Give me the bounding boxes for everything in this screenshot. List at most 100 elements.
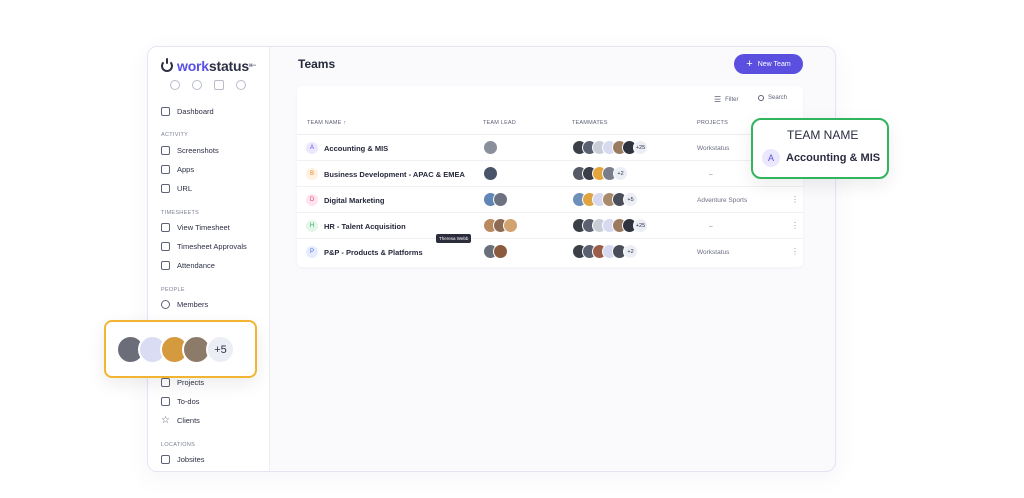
sidebar-item-url[interactable]: URL	[161, 184, 192, 193]
team-name[interactable]: Digital Marketing	[324, 196, 384, 205]
callout-title: TEAM NAME	[787, 128, 859, 142]
more-teammates-count[interactable]: +2	[613, 166, 628, 181]
project-name: –	[709, 171, 713, 178]
avatar[interactable]	[483, 140, 498, 155]
search-button[interactable]: Search	[758, 95, 787, 101]
teammate-avatars: +25	[572, 218, 648, 233]
sidebar-item-label: Clients	[177, 416, 200, 425]
section-timesheets: TIMESHEETS	[161, 210, 200, 216]
sidebar-item-clients[interactable]: ☆ Clients	[161, 415, 200, 426]
sidebar-item-label: Screenshots	[177, 146, 219, 155]
clock-icon[interactable]	[192, 80, 202, 90]
teammate-avatars: +5	[572, 192, 638, 207]
team-name[interactable]: HR - Talent Acquisition	[324, 222, 406, 231]
filter-icon: ☰	[714, 95, 722, 104]
table-row[interactable]: H HR - Talent Acquisition +25 – ⋮	[297, 213, 803, 239]
new-team-label: New Team	[757, 60, 791, 68]
table-row[interactable]: P P&P - Products & Platforms +2 Workstat…	[297, 239, 803, 265]
team-name[interactable]: P&P - Products & Platforms	[324, 248, 423, 257]
search-label: Search	[768, 95, 788, 101]
team-name[interactable]: Business Development - APAC & EMEA	[324, 170, 465, 179]
sidebar-item-jobsites[interactable]: Jobsites	[161, 455, 205, 464]
logo: work status	[161, 58, 249, 74]
team-badge: D	[306, 194, 318, 206]
avatar-tooltip: Theresa Webb	[436, 234, 472, 243]
team-lead-avatars	[483, 218, 518, 233]
avatar[interactable]	[493, 192, 508, 207]
sidebar-item-apps[interactable]: Apps	[161, 165, 194, 174]
new-team-button[interactable]: + New Team	[734, 54, 803, 74]
team-lead-avatars	[483, 166, 498, 181]
sidebar-item-label: URL	[177, 184, 193, 193]
more-teammates-count[interactable]: +5	[623, 192, 638, 207]
chart-icon	[161, 455, 170, 464]
callout-avatar-group: +5	[116, 335, 235, 364]
team-badge: H	[306, 220, 318, 232]
sidebar-item-view-timesheet[interactable]: View Timesheet	[161, 223, 230, 232]
column-header-projects: PROJECTS	[697, 120, 728, 126]
teammate-avatars: +2	[572, 166, 628, 181]
dashboard-icon	[161, 107, 170, 116]
clipboard-icon	[161, 242, 170, 251]
timesheet-icon	[161, 223, 170, 232]
avatar[interactable]	[483, 166, 498, 181]
sidebar-item-label: Apps	[177, 165, 195, 174]
calendar-icon[interactable]	[214, 80, 224, 90]
teams-table-card: ☰ Filter Search TEAM NAME ↑ TEAM LEAD TE…	[297, 86, 803, 267]
table-row[interactable]: B Business Development - APAC & EMEA +2 …	[297, 161, 803, 187]
sidebar-item-label: Projects	[177, 378, 205, 387]
sidebar-item-label: Attendance	[177, 261, 215, 270]
sidebar-item-projects[interactable]: Projects	[161, 378, 204, 387]
team-lead-avatars	[483, 244, 508, 259]
team-badge: A	[762, 149, 780, 167]
more-teammates-count[interactable]: +25	[633, 140, 648, 155]
sidebar-item-label: Timesheet Approvals	[177, 242, 247, 251]
sidebar-item-label: Dashboard	[177, 107, 214, 116]
column-header-team-lead: TEAM LEAD	[483, 120, 516, 126]
sidebar-item-todos[interactable]: To-dos	[161, 397, 200, 406]
more-teammates-count[interactable]: +2	[623, 244, 638, 259]
collapse-icon[interactable]: ⇤	[249, 60, 257, 71]
team-badge: B	[306, 168, 318, 180]
folder-icon	[161, 378, 170, 387]
more-teammates-count[interactable]: +25	[633, 218, 648, 233]
quick-actions	[170, 80, 246, 90]
sidebar-item-dashboard[interactable]: Dashboard	[161, 107, 214, 116]
sidebar-item-label: Members	[177, 300, 209, 309]
filter-button[interactable]: ☰ Filter	[714, 95, 739, 104]
more-teammates-count[interactable]: +5	[206, 335, 235, 364]
teammates-callout: +5	[104, 320, 257, 378]
avatar[interactable]	[493, 244, 508, 259]
timer-icon[interactable]	[170, 80, 180, 90]
project-name: Adventure Sports	[697, 197, 748, 204]
kebab-icon[interactable]: ⋮	[791, 221, 799, 230]
table-row[interactable]: A Accounting & MIS +25 Workstatus ⋮	[297, 135, 803, 161]
filter-label: Filter	[725, 96, 739, 103]
table-row[interactable]: D Digital Marketing +5 Adventure Sports …	[297, 187, 803, 213]
kebab-icon[interactable]: ⋮	[791, 247, 799, 256]
team-badge: A	[306, 142, 318, 154]
team-name[interactable]: Accounting & MIS	[324, 144, 388, 153]
url-icon	[161, 184, 170, 193]
sidebar-item-label: Jobsites	[177, 455, 205, 464]
sidebar-item-timesheet-approvals[interactable]: Timesheet Approvals	[161, 242, 247, 251]
project-name: Workstatus	[697, 249, 730, 256]
column-header-team-name[interactable]: TEAM NAME ↑	[307, 120, 346, 126]
avatar[interactable]	[503, 218, 518, 233]
callout-team-name: Accounting & MIS	[786, 152, 881, 164]
sidebar-item-screenshots[interactable]: Screenshots	[161, 146, 219, 155]
column-header-teammates: TEAMMATES	[572, 120, 608, 126]
user-icon	[161, 300, 170, 309]
sidebar-item-members[interactable]: Members	[161, 300, 208, 309]
team-badge: P	[306, 246, 318, 258]
star-icon: ☆	[161, 415, 170, 426]
sidebar-item-label: To-dos	[177, 397, 200, 406]
kebab-icon[interactable]: ⋮	[791, 195, 799, 204]
search-icon	[758, 95, 764, 101]
sidebar-item-attendance[interactable]: Attendance	[161, 261, 215, 270]
bell-icon[interactable]	[236, 80, 246, 90]
sidebar-item-label: View Timesheet	[177, 223, 230, 232]
teammate-avatars: +25	[572, 140, 648, 155]
project-name: Workstatus	[697, 145, 730, 152]
section-people: PEOPLE	[161, 287, 185, 293]
